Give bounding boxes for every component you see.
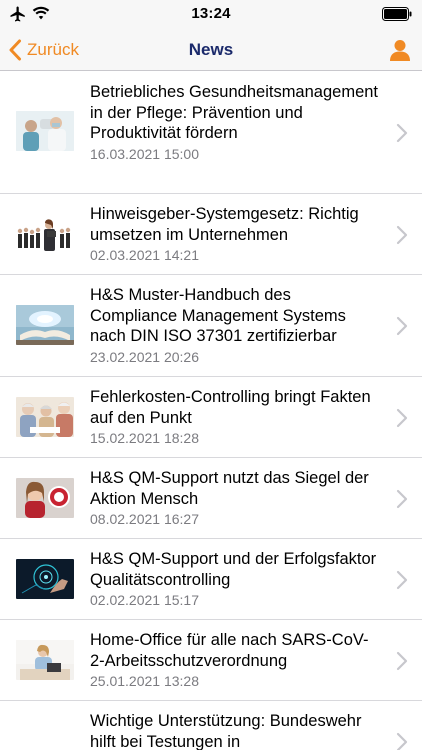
chevron-right-icon bbox=[396, 732, 408, 750]
battery-icon bbox=[382, 7, 412, 21]
news-thumbnail bbox=[16, 478, 74, 518]
news-list-item[interactable]: Betriebliches Gesundheitsmanagement in d… bbox=[0, 72, 422, 194]
news-headline: Home-Office für alle nach SARS-CoV-2-Arb… bbox=[90, 631, 369, 670]
news-text: Wichtige Unterstützung: Bundeswehr hilft… bbox=[90, 711, 380, 750]
news-headline: H&S QM-Support nutzt das Siegel der Akti… bbox=[90, 469, 369, 508]
news-thumbnail bbox=[16, 111, 74, 151]
news-date: 15.02.2021 18:28 bbox=[90, 430, 199, 446]
news-headline: Fehlerkosten-Controlling bringt Fakten a… bbox=[90, 388, 371, 427]
chevron-right-icon bbox=[396, 408, 408, 428]
news-thumbnail bbox=[16, 559, 74, 599]
news-text: Home-Office für alle nach SARS-CoV-2-Arb… bbox=[90, 630, 380, 690]
status-time: 13:24 bbox=[191, 5, 231, 22]
news-date: 23.02.2021 20:26 bbox=[90, 348, 199, 365]
news-date: 16.03.2021 15:00 bbox=[90, 145, 199, 162]
news-thumbnail bbox=[16, 305, 74, 345]
chevron-right-icon bbox=[396, 316, 408, 336]
chevron-right-icon bbox=[396, 570, 408, 590]
chevron-right-icon bbox=[396, 651, 408, 671]
news-text: H&S Muster-Handbuch des Compliance Manag… bbox=[90, 285, 380, 366]
news-date: 08.02.2021 16:27 bbox=[90, 511, 199, 527]
news-date: 02.03.2021 14:21 bbox=[90, 247, 199, 263]
news-text: Fehlerkosten-Controlling bringt Fakten a… bbox=[90, 387, 380, 447]
news-date: 25.01.2021 13:28 bbox=[90, 673, 199, 689]
news-headline: H&S Muster-Handbuch des Compliance Manag… bbox=[90, 286, 346, 345]
news-headline: Wichtige Unterstützung: Bundeswehr hilft… bbox=[90, 712, 362, 750]
news-list-item[interactable]: Wichtige Unterstützung: Bundeswehr hilft… bbox=[0, 701, 422, 750]
navigation-bar: Zurück News bbox=[0, 28, 422, 71]
chevron-right-icon bbox=[396, 123, 408, 143]
chevron-right-icon bbox=[396, 225, 408, 245]
status-bar: 13:24 bbox=[0, 0, 422, 28]
user-profile-icon[interactable] bbox=[388, 38, 412, 62]
news-thumbnail bbox=[16, 214, 74, 254]
chevron-right-icon bbox=[396, 489, 408, 509]
news-headline: H&S QM-Support und der Erfolgsfaktor Qua… bbox=[90, 550, 377, 589]
news-list-item[interactable]: H&S Muster-Handbuch des Compliance Manag… bbox=[0, 275, 422, 377]
news-text: Betriebliches Gesundheitsmanagement in d… bbox=[90, 82, 380, 163]
news-text: Hinweisgeber-Systemgesetz: Richtig umset… bbox=[90, 204, 380, 264]
news-headline: Betriebliches Gesundheitsmanagement in d… bbox=[90, 83, 379, 142]
news-list-item[interactable]: Hinweisgeber-Systemgesetz: Richtig umset… bbox=[0, 194, 422, 275]
news-thumbnail bbox=[16, 397, 74, 437]
news-date: 02.02.2021 15:17 bbox=[90, 592, 199, 608]
news-list-item[interactable]: Home-Office für alle nach SARS-CoV-2-Arb… bbox=[0, 620, 422, 701]
page-title: News bbox=[188, 40, 234, 59]
news-list: Betriebliches Gesundheitsmanagement in d… bbox=[0, 72, 422, 750]
news-headline: Hinweisgeber-Systemgesetz: Richtig umset… bbox=[90, 205, 359, 244]
news-list-item[interactable]: H&S QM-Support und der Erfolgsfaktor Qua… bbox=[0, 539, 422, 620]
news-list-item[interactable]: Fehlerkosten-Controlling bringt Fakten a… bbox=[0, 377, 422, 458]
news-text: H&S QM-Support nutzt das Siegel der Akti… bbox=[90, 468, 380, 528]
news-text: H&S QM-Support und der Erfolgsfaktor Qua… bbox=[90, 549, 380, 609]
news-thumbnail bbox=[16, 640, 74, 680]
news-list-item[interactable]: H&S QM-Support nutzt das Siegel der Akti… bbox=[0, 458, 422, 539]
